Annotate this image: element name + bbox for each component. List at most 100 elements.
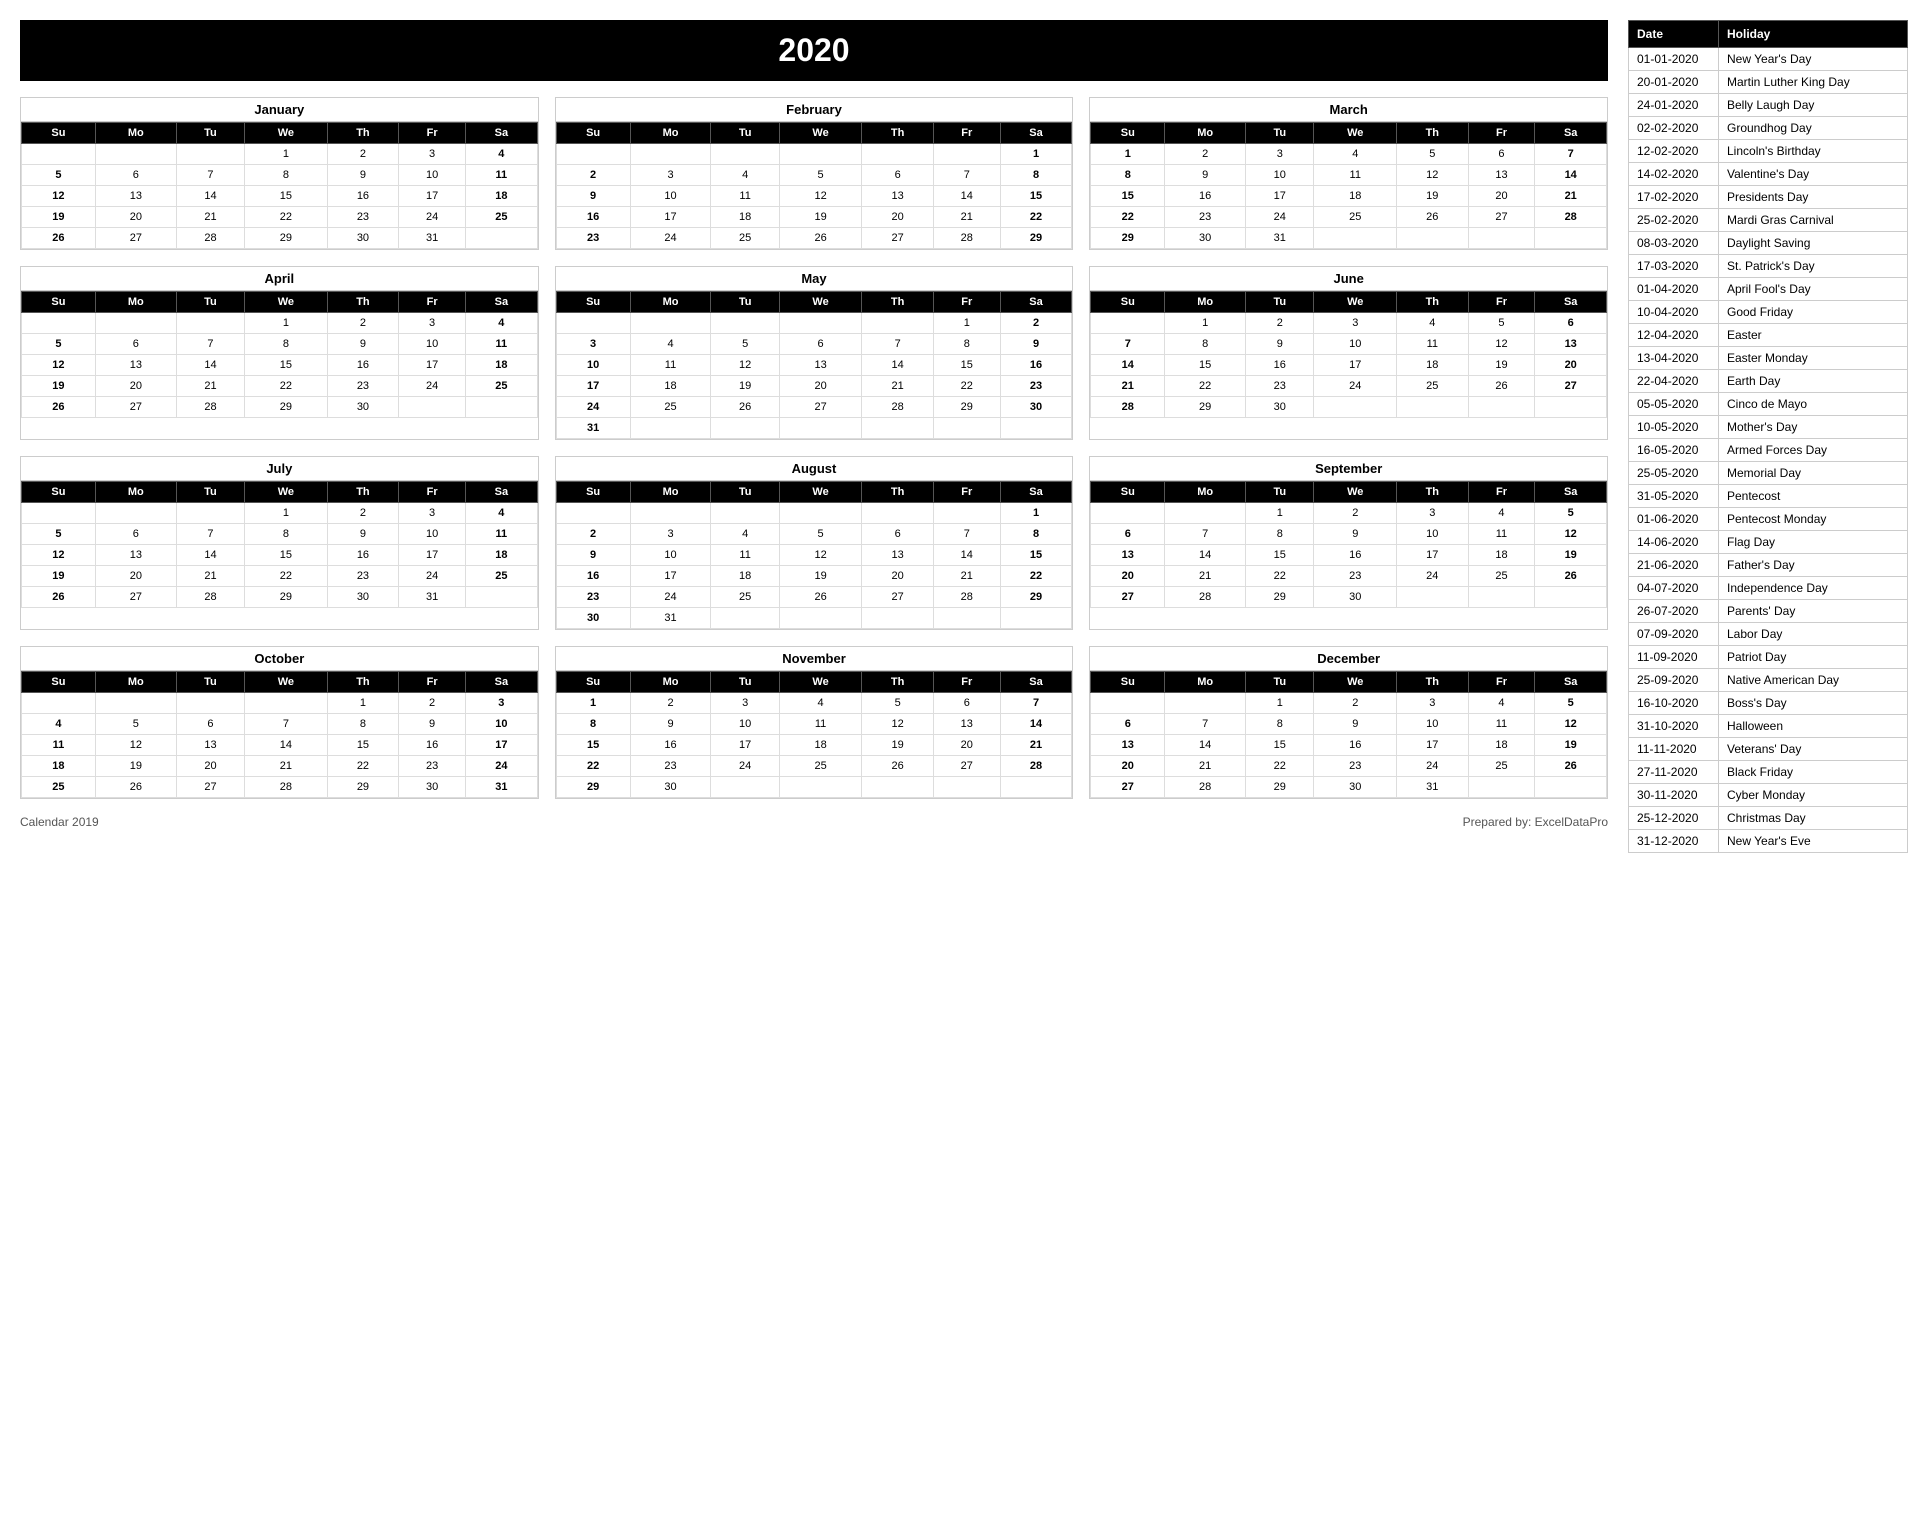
calendar-day: 26 xyxy=(711,397,779,418)
calendar-day: 24 xyxy=(399,207,466,228)
day-header-mo: Mo xyxy=(630,123,711,144)
holiday-name: Presidents Day xyxy=(1719,186,1908,209)
calendar-day: 9 xyxy=(1314,524,1397,545)
calendar-day: 12 xyxy=(22,186,96,207)
calendar-day: 31 xyxy=(630,608,711,629)
day-header-sa: Sa xyxy=(1000,672,1072,693)
holiday-date: 01-01-2020 xyxy=(1629,48,1719,71)
calendar-day: 20 xyxy=(862,207,934,228)
calendar-day: 19 xyxy=(22,376,96,397)
calendar-day: 9 xyxy=(1246,334,1314,355)
calendar-day: 18 xyxy=(466,355,538,376)
day-header-th: Th xyxy=(862,123,934,144)
calendar-day: 2 xyxy=(327,503,399,524)
calendar-day: 9 xyxy=(327,334,399,355)
holiday-name: Native American Day xyxy=(1719,669,1908,692)
calendar-day: 22 xyxy=(1246,566,1314,587)
calendar-day: 5 xyxy=(1468,313,1535,334)
day-header-sa: Sa xyxy=(1000,292,1072,313)
calendar-day: 4 xyxy=(1468,503,1535,524)
calendar-day: 21 xyxy=(933,207,1000,228)
calendar-day: 5 xyxy=(779,165,862,186)
calendar-day: 4 xyxy=(466,144,538,165)
day-header-sa: Sa xyxy=(466,672,538,693)
calendar-day: 15 xyxy=(1000,186,1072,207)
day-header-su: Su xyxy=(22,482,96,503)
calendar-day: 25 xyxy=(1397,376,1469,397)
calendar-day: 26 xyxy=(862,756,934,777)
holiday-name: Christmas Day xyxy=(1719,807,1908,830)
calendar-day: 9 xyxy=(630,714,711,735)
calendar-day: 3 xyxy=(1397,693,1469,714)
calendar-day xyxy=(95,144,176,165)
holiday-date: 25-09-2020 xyxy=(1629,669,1719,692)
calendar-day: 13 xyxy=(95,186,176,207)
calendar-day xyxy=(1468,587,1535,608)
holiday-row: 13-04-2020Easter Monday xyxy=(1629,347,1908,370)
month-header: October xyxy=(21,647,538,671)
calendar-day: 3 xyxy=(1246,144,1314,165)
calendar-day: 29 xyxy=(933,397,1000,418)
day-header-mo: Mo xyxy=(95,672,176,693)
day-header-we: We xyxy=(1314,672,1397,693)
holiday-name: Valentine's Day xyxy=(1719,163,1908,186)
calendar-day: 17 xyxy=(399,186,466,207)
calendar-day xyxy=(1091,313,1165,334)
calendar-day: 15 xyxy=(245,355,328,376)
calendar-day: 2 xyxy=(1314,693,1397,714)
day-header-fr: Fr xyxy=(399,482,466,503)
calendar-day: 20 xyxy=(95,207,176,228)
calendar-day: 26 xyxy=(22,587,96,608)
calendar-day: 17 xyxy=(399,545,466,566)
calendar-day xyxy=(95,693,176,714)
calendar-day: 7 xyxy=(176,165,244,186)
calendar-day: 16 xyxy=(399,735,466,756)
calendar-day: 16 xyxy=(327,545,399,566)
day-header-fr: Fr xyxy=(1468,292,1535,313)
calendar-day: 16 xyxy=(1165,186,1246,207)
calendar-day xyxy=(22,693,96,714)
calendar-day: 5 xyxy=(22,334,96,355)
calendar-day: 19 xyxy=(779,207,862,228)
calendar-day xyxy=(630,503,711,524)
calendar-day: 15 xyxy=(245,186,328,207)
calendar-day: 26 xyxy=(95,777,176,798)
calendar-day: 20 xyxy=(1468,186,1535,207)
calendar-day: 30 xyxy=(1246,397,1314,418)
holiday-name: Labor Day xyxy=(1719,623,1908,646)
calendar-day xyxy=(711,418,779,439)
holiday-date: 30-11-2020 xyxy=(1629,784,1719,807)
calendar-day: 1 xyxy=(1246,693,1314,714)
calendar-day: 11 xyxy=(779,714,862,735)
calendar-day: 8 xyxy=(245,524,328,545)
calendar-day: 5 xyxy=(95,714,176,735)
calendar-day: 20 xyxy=(933,735,1000,756)
calendar-day: 8 xyxy=(1165,334,1246,355)
holiday-date: 22-04-2020 xyxy=(1629,370,1719,393)
calendar-day: 17 xyxy=(466,735,538,756)
holiday-row: 21-06-2020Father's Day xyxy=(1629,554,1908,577)
calendar-day: 27 xyxy=(1091,587,1165,608)
holiday-row: 25-02-2020Mardi Gras Carnival xyxy=(1629,209,1908,232)
calendar-day: 24 xyxy=(1397,566,1469,587)
calendar-day: 18 xyxy=(779,735,862,756)
calendar-day: 29 xyxy=(245,228,328,249)
holiday-name: Father's Day xyxy=(1719,554,1908,577)
day-header-tu: Tu xyxy=(1246,482,1314,503)
calendar-day: 23 xyxy=(1165,207,1246,228)
calendar-day: 11 xyxy=(711,186,779,207)
holiday-row: 11-09-2020Patriot Day xyxy=(1629,646,1908,669)
calendar-day: 18 xyxy=(711,566,779,587)
holiday-row: 24-01-2020Belly Laugh Day xyxy=(1629,94,1908,117)
calendar-day: 3 xyxy=(466,693,538,714)
calendar-day: 25 xyxy=(1468,566,1535,587)
calendar-day: 27 xyxy=(1468,207,1535,228)
day-header-tu: Tu xyxy=(176,292,244,313)
calendar-day xyxy=(862,777,934,798)
calendar-day: 21 xyxy=(176,376,244,397)
calendar-day: 27 xyxy=(95,397,176,418)
month-block-october: OctoberSuMoTuWeThFrSa1234567891011121314… xyxy=(20,646,539,799)
day-header-th: Th xyxy=(327,123,399,144)
calendar-day: 28 xyxy=(1165,777,1246,798)
holidays-section: Date Holiday 01-01-2020New Year's Day20-… xyxy=(1628,20,1908,853)
